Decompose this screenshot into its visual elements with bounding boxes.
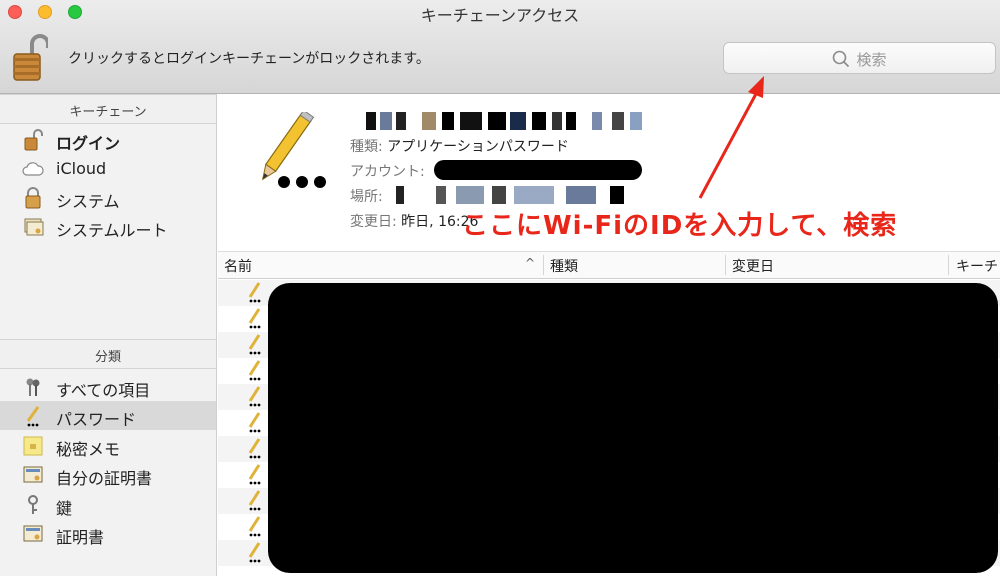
pencil-icon <box>248 438 261 459</box>
key-icon <box>28 495 38 514</box>
detail-kind-row: 種類: アプリケーションパスワード <box>350 136 569 156</box>
sidebar-item-label: iCloud <box>56 159 107 178</box>
keychains-header: キーチェーン <box>0 94 216 124</box>
category-header: 分類 <box>0 339 216 369</box>
sidebar-item-label: 証明書 <box>56 528 105 547</box>
my-certificate-icon <box>23 466 43 483</box>
pencil-icon <box>248 308 261 329</box>
detail-location-row: 場所: <box>350 186 383 206</box>
sidebar: キーチェーン ログイン iCloud システム システムルート 分類 すべての項… <box>0 94 217 576</box>
sort-ascending-icon[interactable]: ^ <box>525 256 535 270</box>
window-title: キーチェーンアクセス <box>420 6 580 25</box>
sidebar-item-secure-notes[interactable]: 秘密メモ <box>0 431 216 460</box>
pencil-icon <box>248 412 261 433</box>
sidebar-item-all-items[interactable]: すべての項目 <box>0 372 216 401</box>
sidebar-item-label: 鍵 <box>56 499 73 518</box>
redacted-account <box>434 160 642 180</box>
kind-label: 種類: <box>350 139 383 155</box>
annotation-text: ここにWi-FiのIDを入力して、検索 <box>462 211 898 241</box>
sidebar-item-label: すべての項目 <box>56 381 151 400</box>
pencil-icon <box>248 464 261 485</box>
toolbar: キーチェーンアクセス クリックするとログインキーチェーンがロックされます。 検索 <box>0 0 1000 94</box>
sidebar-item-icloud[interactable]: iCloud <box>0 154 216 183</box>
unlocked-padlock-icon[interactable] <box>12 34 48 82</box>
sidebar-item-label: パスワード <box>56 410 137 429</box>
unlocked-padlock-icon <box>24 129 43 151</box>
keys-icon <box>26 378 40 396</box>
redacted-item-name <box>366 112 676 132</box>
pencil-icon <box>248 386 261 407</box>
redacted-location <box>396 186 636 204</box>
redacted-table-content <box>268 283 998 573</box>
sidebar-item-passwords[interactable]: パスワード <box>0 401 216 430</box>
sidebar-item-label: 秘密メモ <box>56 440 121 459</box>
sidebar-item-system-roots[interactable]: システムルート <box>0 212 216 241</box>
column-name[interactable]: 名前 <box>224 256 252 276</box>
sidebar-item-login[interactable]: ログイン <box>0 125 216 154</box>
detail-account-row: アカウント: <box>350 161 425 181</box>
table-header: 名前 ^ 種類 変更日 キーチ <box>218 252 1000 279</box>
pencil-icon <box>248 360 261 381</box>
lock-message: クリックするとログインキーチェーンがロックされます。 <box>68 51 430 67</box>
password-item-icon <box>261 112 326 188</box>
note-icon <box>23 436 43 456</box>
padlock-icon <box>25 187 41 209</box>
pencil-icon <box>248 542 261 563</box>
column-kind[interactable]: 種類 <box>550 256 578 276</box>
account-label: アカウント: <box>350 164 425 180</box>
kind-value: アプリケーションパスワード <box>387 139 569 155</box>
pencil-icon <box>26 406 40 427</box>
sidebar-item-label: システムルート <box>56 221 168 240</box>
pencil-icon <box>248 282 261 303</box>
sidebar-item-label: 自分の証明書 <box>56 469 153 488</box>
column-modified[interactable]: 変更日 <box>732 256 774 276</box>
sidebar-item-label: システム <box>56 192 120 211</box>
sidebar-item-label: ログイン <box>56 134 121 153</box>
sidebar-item-certificates[interactable]: 証明書 <box>0 519 216 548</box>
search-input[interactable]: 検索 <box>723 42 996 74</box>
pencil-icon <box>248 334 261 355</box>
certificate-icon <box>23 525 43 542</box>
modified-label: 変更日: <box>350 214 397 230</box>
column-keychain[interactable]: キーチ <box>956 256 998 276</box>
cloud-icon <box>22 162 44 176</box>
search-icon <box>833 50 850 68</box>
pencil-icon <box>248 490 261 511</box>
search-placeholder: 検索 <box>856 51 887 69</box>
sidebar-item-my-certificates[interactable]: 自分の証明書 <box>0 460 216 489</box>
sidebar-item-system[interactable]: システム <box>0 183 216 212</box>
detail-modified-row: 変更日: 昨日, 16:26 <box>350 211 478 231</box>
pencil-icon <box>248 516 261 537</box>
certificate-folder-icon <box>24 218 44 236</box>
sidebar-item-keys[interactable]: 鍵 <box>0 490 216 519</box>
location-label: 場所: <box>350 189 383 205</box>
